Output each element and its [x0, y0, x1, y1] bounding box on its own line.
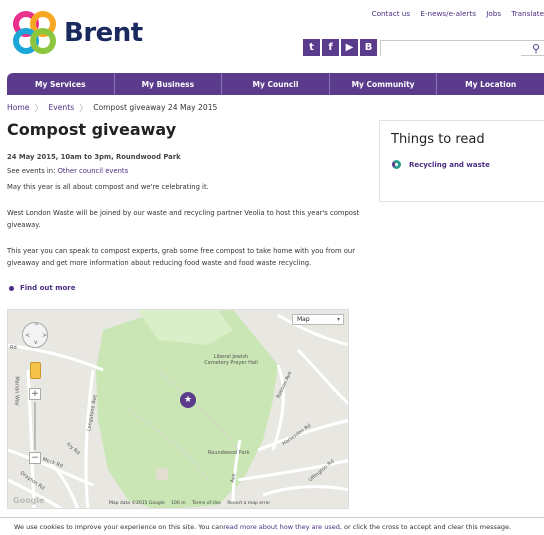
map-label-rd: Rd [10, 345, 17, 351]
sidebar-title: Things to read [391, 132, 485, 147]
paragraph-intro: May this year is all about compost and w… [7, 183, 209, 191]
recycling-and-waste-link[interactable]: Recycling and waste [392, 160, 490, 169]
contact-us-link[interactable]: Contact us [372, 9, 411, 18]
find-out-more-label: Find out more [20, 284, 76, 292]
breadcrumb: Home 〉 Events 〉 Compost giveaway 24 May … [7, 101, 217, 114]
breadcrumb-events[interactable]: Events [48, 103, 74, 112]
cookie-text-prefix: We use cookies to improve your experienc… [14, 522, 224, 531]
event-meta: 24 May 2015, 10am to 3pm, Roundwood Park [7, 153, 181, 161]
main-nav: My Services My Business My Council My Co… [7, 73, 544, 95]
social-links: t f ▶ B [303, 39, 377, 56]
event-map[interactable]: Map ▾ ^ < > v + − ★ Liberal Jewish Cemet… [7, 309, 349, 509]
street-view-pegman-icon[interactable] [30, 362, 41, 379]
nav-my-community[interactable]: My Community [330, 73, 438, 95]
paragraph-partner: West London Waste will be joined by our … [7, 209, 360, 229]
recycling-link-label: Recycling and waste [409, 160, 490, 169]
map-footer: Map data ©2015 Google 100 m Terms of Use… [109, 501, 275, 506]
event-location-marker-icon[interactable]: ★ [180, 392, 196, 408]
other-council-events-link[interactable]: Other council events [58, 167, 129, 175]
map-type-value: Map [297, 316, 310, 323]
pan-up-icon[interactable]: ^ [34, 323, 39, 330]
google-logo: Google [13, 496, 45, 505]
search-box: ⚲ [380, 40, 544, 61]
pan-control[interactable]: ^ < > v [22, 322, 48, 348]
youtube-icon[interactable]: ▶ [341, 39, 358, 56]
page-title: Compost giveaway [7, 120, 177, 139]
search-icon[interactable]: ⚲ [532, 42, 540, 55]
chevron-down-icon: ▾ [336, 316, 340, 323]
map-type-select[interactable]: Map ▾ [292, 314, 344, 325]
find-out-more-link[interactable]: Find out more [9, 284, 76, 292]
see-events-prefix: See events in: [7, 167, 56, 175]
search-input[interactable] [381, 46, 521, 61]
pan-down-icon[interactable]: v [34, 339, 38, 346]
cookie-banner: We use cookies to improve your experienc… [0, 517, 544, 535]
pan-right-icon[interactable]: > [42, 332, 47, 339]
nav-my-location[interactable]: My Location [437, 73, 544, 95]
recycling-icon [392, 160, 401, 169]
zoom-out-button[interactable]: − [29, 452, 41, 464]
things-to-read-panel: Things to read Recycling and waste [379, 120, 544, 202]
cookie-text-suffix: , or click the cross to accept and clear… [339, 522, 512, 531]
map-data-credit: Map data ©2015 Google [109, 501, 165, 506]
breadcrumb-separator-icon: 〉 [34, 104, 44, 114]
top-links: Contact us E-news/e-alerts Jobs Translat… [364, 9, 544, 18]
cookie-read-more-link[interactable]: read more about how they are used [223, 523, 340, 531]
brent-b-icon[interactable]: B [360, 39, 377, 56]
map-label-roundwood-park: Roundwood Park [208, 450, 250, 456]
terms-of-use-link[interactable]: Terms of Use [192, 501, 221, 506]
nav-my-services[interactable]: My Services [7, 73, 115, 95]
enews-link[interactable]: E-news/e-alerts [420, 9, 476, 18]
brand-name: Brent [64, 17, 143, 48]
translate-link[interactable]: Translate [511, 9, 544, 18]
report-map-error-link[interactable]: Report a map error [227, 501, 270, 506]
map-label-cemetery: Liberal Jewish Cemetery Prayer Hall [204, 354, 258, 366]
brent-rings-icon [11, 9, 58, 56]
twitter-icon[interactable]: t [303, 39, 320, 56]
paragraph-details: This year you can speak to compost exper… [7, 247, 356, 267]
zoom-slider[interactable] [34, 402, 36, 450]
brent-logo[interactable]: Brent [11, 9, 143, 56]
bullet-icon [9, 285, 14, 291]
pan-left-icon[interactable]: < [25, 332, 30, 339]
map-label-marian-way: Marian Way [13, 376, 20, 406]
jobs-link[interactable]: Jobs [486, 9, 501, 18]
map-canvas [8, 310, 348, 508]
zoom-control: + − [29, 388, 41, 464]
breadcrumb-home[interactable]: Home [7, 103, 29, 112]
map-scale: 100 m [171, 501, 186, 506]
facebook-icon[interactable]: f [322, 39, 339, 56]
see-events: See events in: Other council events [7, 167, 128, 175]
nav-my-council[interactable]: My Council [222, 73, 330, 95]
zoom-in-button[interactable]: + [29, 388, 41, 400]
breadcrumb-separator-icon: 〉 [79, 104, 89, 114]
nav-my-business[interactable]: My Business [115, 73, 223, 95]
breadcrumb-current: Compost giveaway 24 May 2015 [93, 103, 218, 112]
